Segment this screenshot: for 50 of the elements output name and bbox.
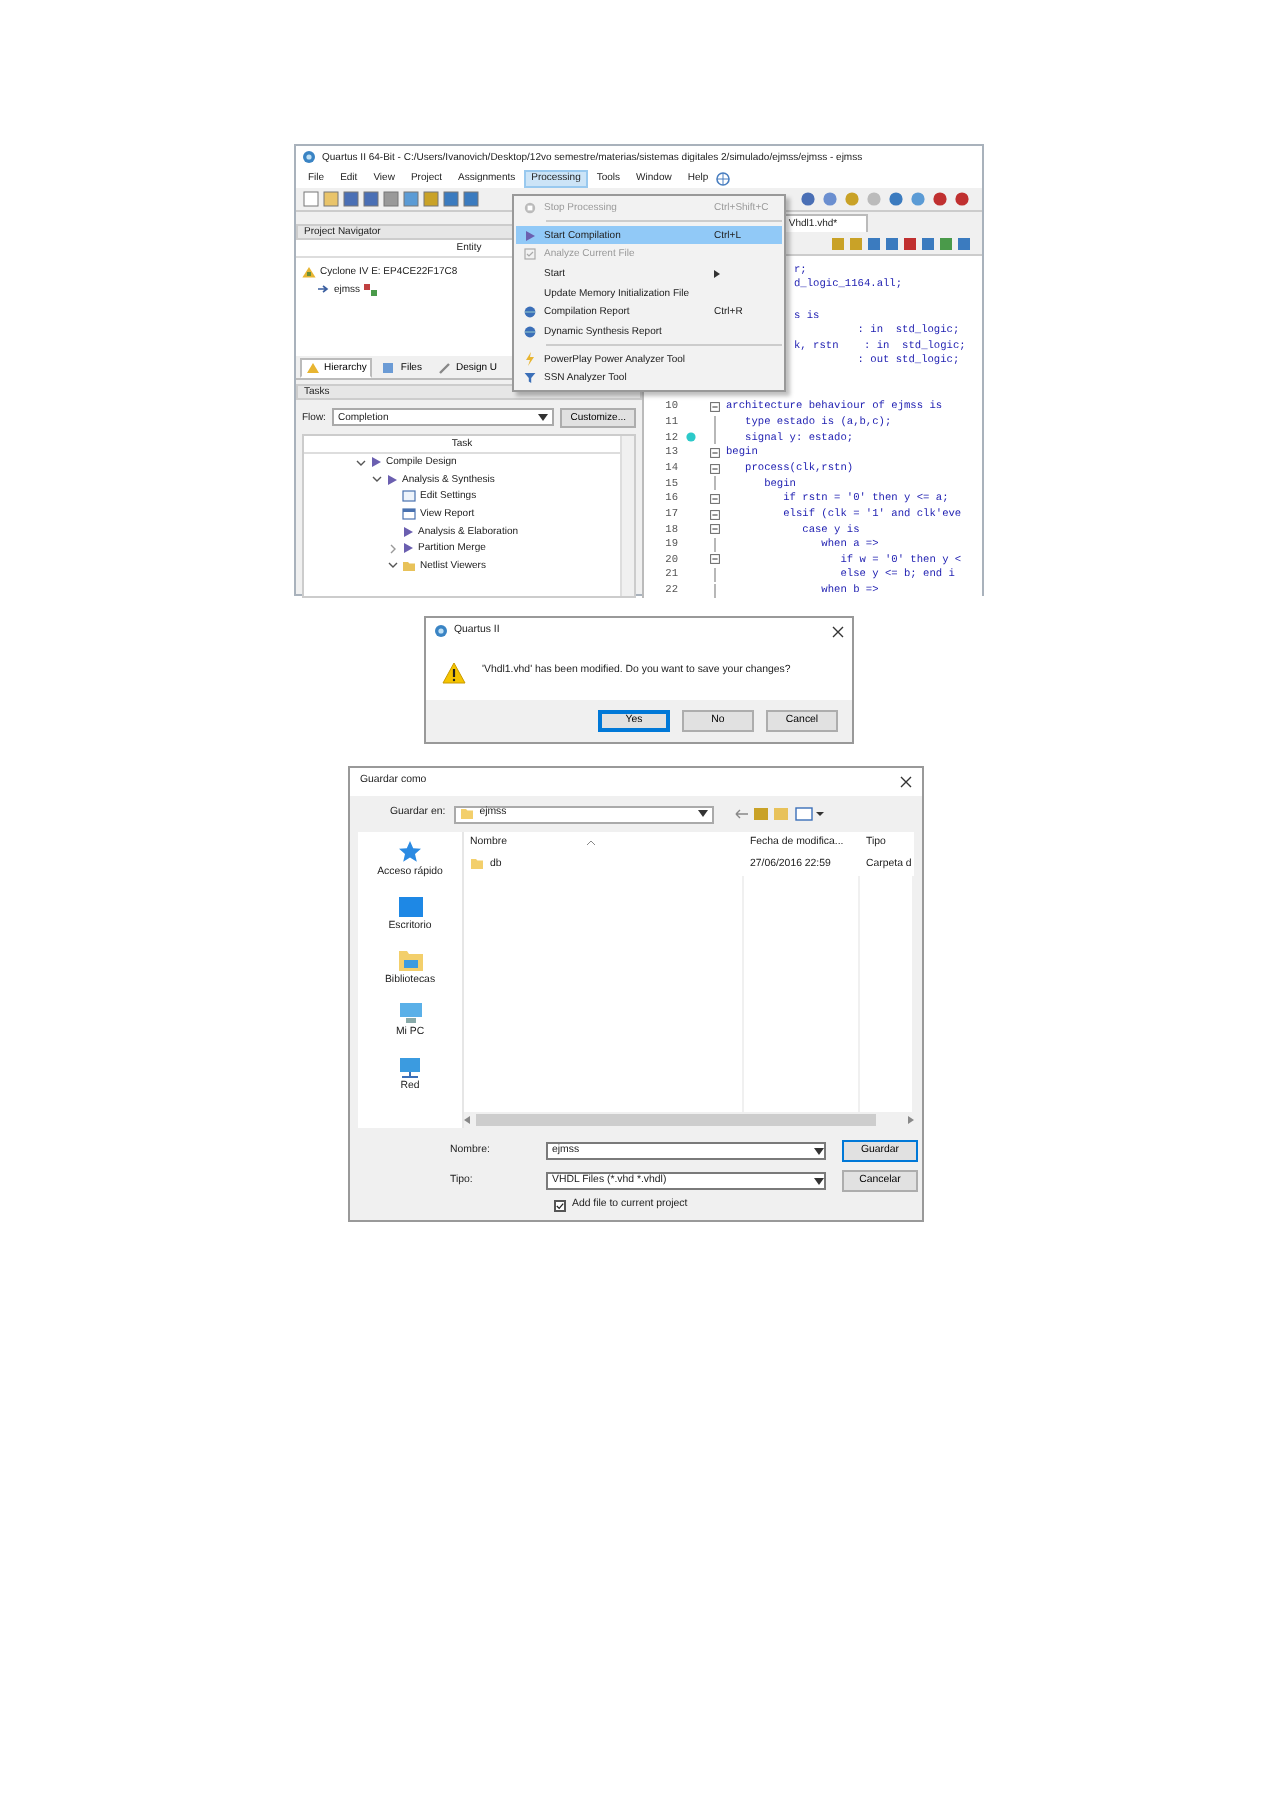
globe-icon [524,325,536,338]
scroll-right-icon [908,1116,914,1124]
check-document-icon [524,248,536,261]
star-icon [398,840,422,864]
files-icon [382,362,397,374]
folder-icon [402,559,416,572]
folder-icon [470,858,484,871]
stop-icon [524,201,536,214]
close-icon[interactable] [900,776,912,788]
funnel-icon [524,372,536,385]
dropdown-arrow-icon [814,1147,824,1155]
folder-toolbar-drawing[interactable] [733,806,830,822]
dropdown-arrow-icon [697,810,708,818]
scrollbar[interactable] [620,436,634,597]
collapse-caret-icon[interactable] [388,560,398,571]
warning-icon [442,661,466,683]
dropdown-arrow-icon [814,1177,824,1185]
report-icon [402,508,416,521]
horizontal-scrollbar[interactable] [464,1112,914,1128]
fold-toggle-icon[interactable] [709,402,719,413]
play-icon [524,229,536,242]
app-icon [302,150,316,164]
app-icon [434,624,448,638]
fold-toggle-icon[interactable] [709,448,719,458]
computer-icon [397,1002,423,1025]
checkbox[interactable] [554,1199,566,1212]
fold-toggle-icon[interactable] [709,524,719,535]
fold-toggle-icon[interactable] [709,493,719,504]
pencil-icon [437,362,452,374]
help-globe-icon[interactable] [716,171,731,185]
entity-icon [318,284,330,294]
checkmark-icon [556,1201,564,1210]
sort-caret-icon [586,839,597,846]
folder-icon [459,808,474,820]
chip-warning-icon [302,265,316,277]
fold-toggle-icon[interactable] [709,463,719,474]
lightning-icon [524,352,536,367]
globe-icon [524,306,536,319]
close-icon[interactable] [832,625,844,637]
collapse-caret-icon[interactable] [372,474,382,485]
network-icon [397,1056,423,1079]
settings-icon [402,490,416,503]
dropdown-arrow-icon [538,413,549,421]
fold-toggle-icon[interactable] [709,509,719,520]
desktop-icon [397,895,423,918]
expand-caret-icon[interactable] [388,543,398,554]
collapse-caret-icon[interactable] [356,457,366,468]
submenu-arrow-icon [714,269,720,278]
fold-toggle-icon[interactable] [709,554,719,565]
folder-icon [397,949,423,972]
